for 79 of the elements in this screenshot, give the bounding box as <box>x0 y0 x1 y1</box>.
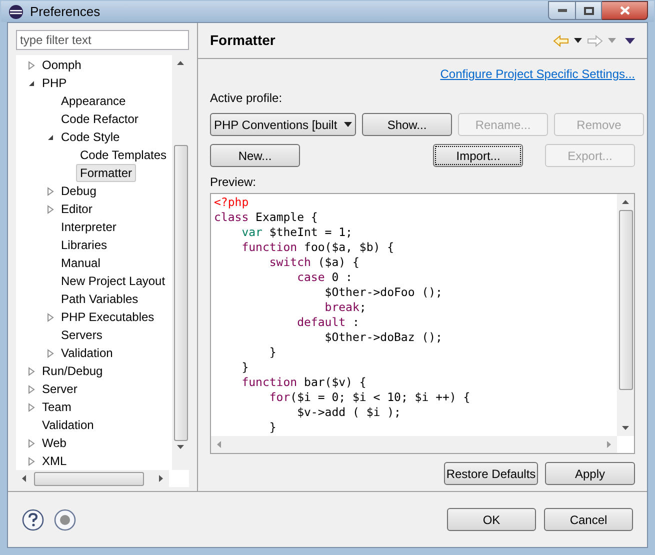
code-line: $v->add ( $i ); <box>296 405 401 420</box>
button[interactable]: OK <box>447 508 536 531</box>
tree-item[interactable]: Formatter <box>76 164 136 182</box>
scroll-right-icon[interactable] <box>159 475 163 482</box>
tree-item[interactable]: XML <box>38 452 71 470</box>
button[interactable]: New... <box>210 144 300 167</box>
close-button[interactable] <box>602 1 648 20</box>
button[interactable]: Apply <box>545 462 635 485</box>
preview-label: Preview: <box>210 174 258 191</box>
scroll-down-icon[interactable] <box>177 445 184 449</box>
code-line: <?php <box>214 195 249 210</box>
collapsed-arrow-icon[interactable] <box>46 312 54 322</box>
record-icon[interactable] <box>54 508 76 530</box>
expanded-arrow-icon[interactable] <box>28 80 34 86</box>
button[interactable]: Show... <box>362 113 452 136</box>
button[interactable]: Restore Defaults <box>444 462 538 485</box>
active-profile-label: Active profile: <box>210 90 284 107</box>
tree-item[interactable]: Editor <box>57 200 96 218</box>
dropdown-icon[interactable] <box>574 38 582 43</box>
back-arrow-icon[interactable] <box>553 34 569 46</box>
tree-item[interactable]: Validation <box>57 344 117 362</box>
view-menu-icon[interactable] <box>625 38 635 44</box>
scroll-down-icon[interactable] <box>622 426 629 430</box>
button[interactable]: Import... <box>433 144 524 167</box>
code-line: $Other->doFoo (); <box>324 285 442 300</box>
tree-item[interactable]: Run/Debug <box>38 362 107 380</box>
filter-field[interactable]: type filter text <box>16 30 189 50</box>
vertical-scrollbar[interactable] <box>617 194 634 436</box>
button[interactable]: Cancel <box>544 508 633 531</box>
tree-item[interactable]: Web <box>38 434 70 452</box>
horizontal-scrollbar[interactable] <box>16 470 169 487</box>
tree-item[interactable]: New Project Layout <box>57 272 170 290</box>
minimize-button[interactable] <box>548 1 576 20</box>
code-line: $Other->doBaz (); <box>324 330 442 345</box>
code-line: break; <box>324 300 366 315</box>
tree-item[interactable]: Code Style <box>57 128 124 146</box>
tree-item[interactable]: PHP Executables <box>57 308 158 326</box>
code-line: case 0 : <box>296 270 352 285</box>
code-line: class Example { <box>214 210 318 225</box>
collapsed-arrow-icon[interactable] <box>28 60 34 70</box>
tree-item[interactable]: Appearance <box>57 92 130 110</box>
code-line: default : <box>296 315 360 330</box>
code-line: } <box>268 420 276 435</box>
maximize-button[interactable] <box>576 1 602 20</box>
tree-item[interactable]: Manual <box>57 254 104 272</box>
help-icon[interactable] <box>22 508 44 530</box>
code-line: var $theInt = 1; <box>240 225 352 240</box>
scroll-up-icon[interactable] <box>177 61 184 65</box>
tree-item[interactable]: Team <box>38 398 76 416</box>
profile-dropdown[interactable]: PHP Conventions [built <box>210 113 356 136</box>
scroll-up-icon[interactable] <box>622 200 629 204</box>
collapsed-arrow-icon[interactable] <box>46 348 54 358</box>
tree-item[interactable]: Interpreter <box>57 218 120 236</box>
code-line: function bar($v) { <box>240 375 366 390</box>
code-line: } <box>240 360 249 375</box>
tree-item[interactable]: Libraries <box>57 236 112 254</box>
expanded-arrow-icon[interactable] <box>46 134 54 140</box>
tree-item[interactable]: PHP <box>38 74 71 92</box>
tree-item[interactable]: Servers <box>57 326 106 344</box>
scroll-left-icon[interactable] <box>22 475 26 482</box>
configure-settings-link[interactable]: Configure Project Specific Settings... <box>440 65 635 83</box>
window-title: Preferences <box>30 2 100 21</box>
close-icon <box>620 6 630 15</box>
tree-item[interactable]: Path Variables <box>57 290 142 308</box>
tree-item[interactable]: Code Templates <box>76 146 170 164</box>
eclipse-logo-icon <box>8 4 24 20</box>
forward-arrow-icon[interactable] <box>587 34 603 46</box>
tree-item[interactable]: Server <box>38 380 82 398</box>
tree-item[interactable]: Validation <box>38 416 98 434</box>
code-line: for($i = 0; $i < 10; $i ++) { <box>268 390 470 405</box>
code-line: function foo($a, $b) { <box>240 240 394 255</box>
tree-item[interactable]: Debug <box>57 182 100 200</box>
code-line: switch ($a) { <box>268 255 360 270</box>
dropdown-icon <box>344 122 352 127</box>
tree-item[interactable]: Code Refactor <box>57 110 142 128</box>
vertical-scrollbar[interactable] <box>172 55 189 470</box>
code-line: } <box>268 345 276 360</box>
tree-item[interactable]: Oomph <box>38 56 86 74</box>
page-title: Formatter <box>210 31 276 50</box>
